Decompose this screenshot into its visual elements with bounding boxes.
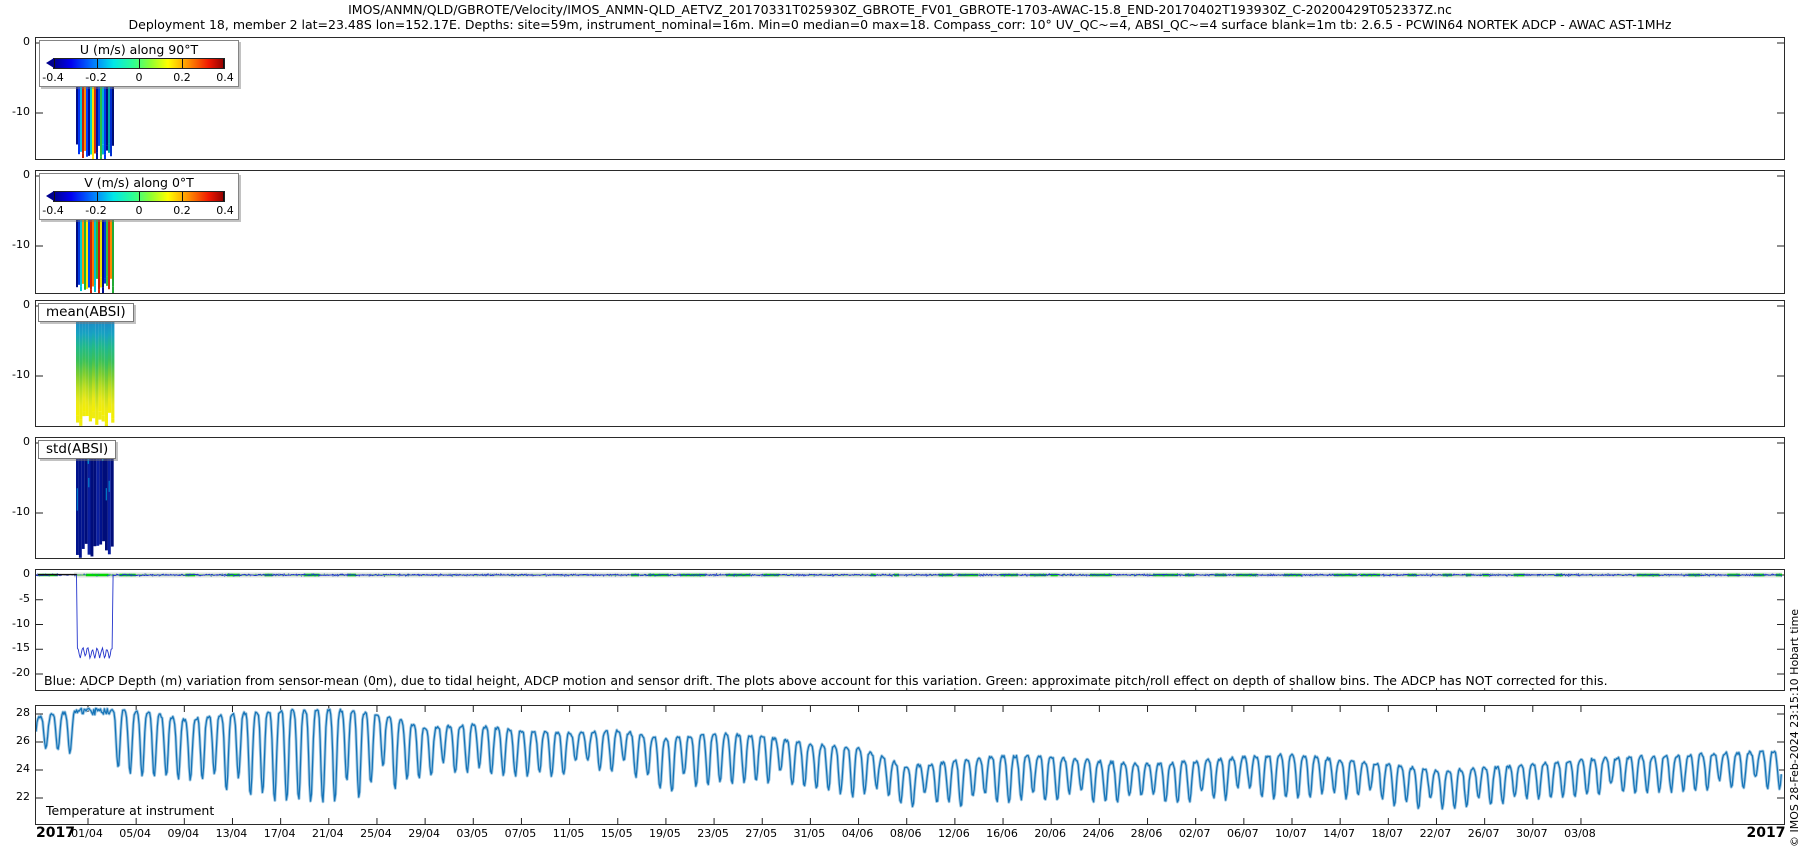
- colorbar-tick: [54, 192, 55, 201]
- colorbar-tick-label: 0.2: [173, 71, 191, 84]
- y-tick-label: -10: [12, 616, 30, 630]
- x-tick-label: 03/08: [1564, 827, 1596, 840]
- colorbar-tick: [139, 59, 140, 68]
- temperature-plot: [36, 706, 1784, 824]
- colorbar-tick: [54, 59, 55, 68]
- y-tick-label: 0: [23, 298, 30, 311]
- colorbar-tick-label: -0.2: [85, 71, 107, 84]
- y-tick-label: 24: [16, 762, 30, 775]
- y-tick-label: -15: [12, 641, 30, 655]
- imos-watermark: © IMOS 28-Feb-2024 23:15:10 Hobart time: [1788, 608, 1800, 847]
- figure: IMOS/ANMN/QLD/GBROTE/Velocity/IMOS_ANMN-…: [0, 0, 1800, 850]
- mean-absi-heatmap: [36, 305, 1784, 426]
- y-tick-label: -10: [12, 505, 30, 518]
- colorbar-tick: [139, 192, 140, 201]
- std-absi-label: std(ABSI): [38, 440, 117, 459]
- v-colorbar: [46, 191, 225, 202]
- colorbar-tick-label: 0.4: [216, 204, 234, 217]
- v-colorbar-labels: -0.4 -0.2 0 0.2 0.4: [42, 204, 233, 217]
- y-tick-label: 0: [23, 567, 30, 580]
- y-tick-label: -10: [12, 238, 30, 251]
- figure-subtitle-deployment: Deployment 18, member 2 lat=23.48S lon=1…: [128, 17, 1672, 32]
- u-colorbar: [46, 58, 225, 69]
- u-legend-title: U (m/s) along 90°T: [79, 42, 199, 57]
- y-tick-label: -20: [12, 666, 30, 679]
- depth-caption: Blue: ADCP Depth (m) variation from sens…: [44, 673, 1608, 688]
- colorbar-tick-label: 0.4: [216, 71, 234, 84]
- v-velocity-heatmap: [36, 175, 1784, 293]
- y-tick-label: -5: [19, 591, 30, 605]
- x-axis-year-right: 2017: [1746, 825, 1786, 841]
- colorbar-left-arrow-icon: [46, 58, 54, 68]
- y-tick-label: 0: [23, 168, 30, 181]
- colorbar-tick: [223, 192, 224, 201]
- colorbar-tick: [223, 59, 224, 68]
- colorbar-tick: [181, 192, 183, 201]
- u-colorbar-labels: -0.4 -0.2 0 0.2 0.4: [42, 71, 233, 84]
- u-colorbar-legend: U (m/s) along 90°T -0.4 -0.2 0 0.2 0.4: [39, 40, 239, 87]
- y-tick-label: 28: [16, 706, 30, 719]
- panel-temperature: Temperature at instrument: [35, 705, 1785, 825]
- colorbar-left-arrow-icon: [46, 191, 54, 201]
- depth-variation-plot: [36, 572, 1784, 690]
- colorbar-tick-label: 0: [135, 71, 143, 84]
- colorbar-tick-label: 0: [135, 204, 143, 217]
- panel-v-velocity: V (m/s) along 0°T -0.4 -0.2 0 0.2 0.4: [35, 170, 1785, 294]
- y-tick-label: 26: [16, 734, 30, 747]
- figure-title-filename: IMOS/ANMN/QLD/GBROTE/Velocity/IMOS_ANMN-…: [348, 2, 1452, 17]
- colorbar-tick: [96, 192, 98, 201]
- std-absi-heatmap: [36, 442, 1784, 558]
- colorbar-tick: [96, 59, 98, 68]
- y-tick-label: -10: [12, 368, 30, 381]
- y-tick-label: 22: [16, 790, 30, 803]
- mean-absi-label: mean(ABSI): [38, 303, 134, 322]
- v-colorbar-legend: V (m/s) along 0°T -0.4 -0.2 0 0.2 0.4: [39, 173, 239, 220]
- panel-depth-variation: Blue: ADCP Depth (m) variation from sens…: [35, 569, 1785, 691]
- colorbar-tick-label: -0.2: [85, 204, 107, 217]
- v-legend-title: V (m/s) along 0°T: [84, 175, 194, 190]
- u-velocity-heatmap: [36, 42, 1784, 159]
- panel-mean-absi: mean(ABSI): [35, 300, 1785, 427]
- panel-std-absi: std(ABSI): [35, 437, 1785, 559]
- temperature-label: Temperature at instrument: [46, 803, 215, 818]
- colorbar-tick-label: 0.2: [173, 204, 191, 217]
- panel-u-velocity: U (m/s) along 90°T -0.4 -0.2 0 0.2 0.4: [35, 37, 1785, 160]
- y-tick-label: 0: [23, 435, 30, 448]
- colorbar-tick: [181, 59, 183, 68]
- y-tick-label: 0: [23, 35, 30, 48]
- colorbar-tick-label: -0.4: [42, 204, 64, 217]
- colorbar-tick-label: -0.4: [42, 71, 64, 84]
- y-tick-label: -10: [12, 105, 30, 118]
